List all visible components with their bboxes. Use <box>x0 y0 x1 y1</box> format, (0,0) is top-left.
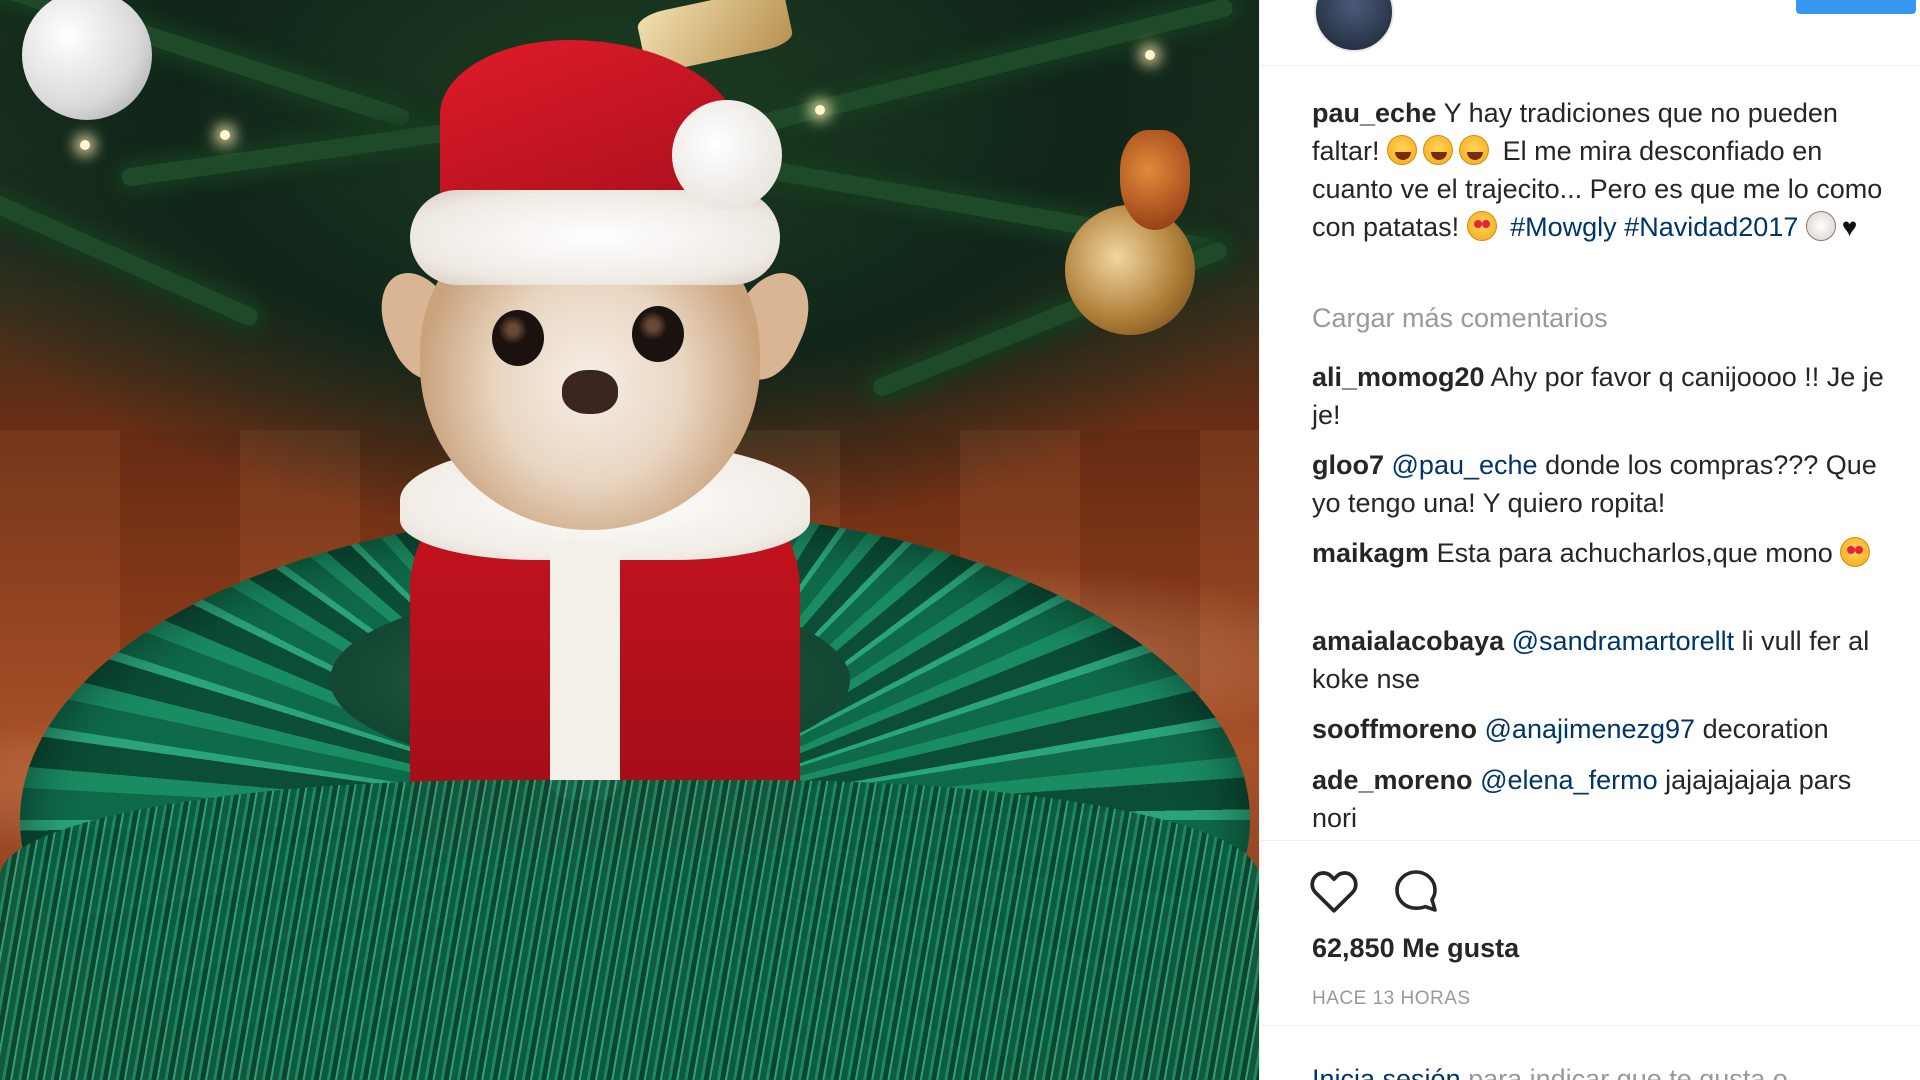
comment-username[interactable]: ade_moreno <box>1312 765 1473 795</box>
hashtag-link[interactable]: #Navidad2017 <box>1624 212 1798 242</box>
load-more-comments-link[interactable]: Cargar más comentarios <box>1312 303 1608 334</box>
comment-username[interactable]: sooffmoreno <box>1312 714 1477 744</box>
black-heart-icon: ♥ <box>1841 212 1858 242</box>
login-prompt-text: para indicar que te gusta o <box>1468 1064 1788 1080</box>
tree-light <box>80 140 90 150</box>
laughing-emoji-icon <box>1387 135 1418 165</box>
login-link[interactable]: Inicia sesión <box>1312 1064 1461 1080</box>
dog-nose <box>562 370 618 414</box>
post-actions <box>1260 840 1920 920</box>
mention-link[interactable]: @anajimenezg97 <box>1485 714 1696 744</box>
comment-item: ali_momog20 Ahy por favor q canijoooo !!… <box>1312 358 1897 434</box>
comment-username[interactable]: maikagm <box>1312 538 1429 568</box>
dog-eye-left <box>492 310 544 366</box>
likes-count[interactable]: 62,850 Me gusta <box>1312 933 1519 964</box>
follow-button[interactable] <box>1796 0 1916 14</box>
post-timestamp[interactable]: HACE 13 HORAS <box>1312 988 1471 1010</box>
comment-item: ade_moreno @elena_fermo jajajajajaja par… <box>1312 761 1897 837</box>
comment-item: sooffmoreno @anajimenezg97 decoration <box>1312 710 1897 748</box>
comment-username[interactable]: amaialacobaya <box>1312 626 1504 656</box>
comment-username[interactable]: ali_momog20 <box>1312 362 1485 392</box>
laughing-emoji-icon <box>1459 135 1490 165</box>
post-caption: pau_eche Y hay tradiciones que no pueden… <box>1312 94 1897 246</box>
comment-bubble-icon <box>1395 870 1437 912</box>
post-photo[interactable] <box>0 0 1259 1080</box>
caption-username[interactable]: pau_eche <box>1312 98 1437 128</box>
chihuahua-dog <box>366 40 824 850</box>
comment-item: amaialacobaya @sandramartorellt li vull … <box>1312 622 1897 698</box>
avatar[interactable] <box>1314 0 1394 52</box>
white-ornament <box>22 0 152 120</box>
gold-ornament <box>1065 205 1195 335</box>
suit-stripe <box>550 540 620 800</box>
mention-link[interactable]: @elena_fermo <box>1480 765 1658 795</box>
tree-light <box>220 130 230 140</box>
comment-button[interactable] <box>1390 865 1442 917</box>
heart-eyes-emoji-icon <box>1840 537 1871 567</box>
mention-link[interactable]: @sandramartorellt <box>1512 626 1735 656</box>
like-button[interactable] <box>1308 865 1360 917</box>
comment-item: maikagm Esta para achucharlos,que mono <box>1312 534 1897 572</box>
santa-hat-pompom <box>672 100 782 210</box>
comment-text: decoration <box>1702 714 1829 744</box>
hashtag-link[interactable]: #Mowgly <box>1510 212 1617 242</box>
bell-ornament <box>1120 130 1190 230</box>
post-side-panel: pau_eche Y hay tradiciones que no pueden… <box>1259 0 1920 1080</box>
comment-username[interactable]: gloo7 <box>1312 450 1384 480</box>
post-header <box>1260 0 1920 66</box>
laughing-emoji-icon <box>1423 135 1454 165</box>
heart-icon <box>1310 871 1358 913</box>
dog-eye-right <box>632 306 684 362</box>
comment-item: gloo7 @pau_eche donde los compras??? Que… <box>1312 446 1897 522</box>
dog-face-emoji-icon <box>1805 211 1836 241</box>
comment-text: Esta para achucharlos,que mono <box>1436 538 1833 568</box>
heart-eyes-emoji-icon <box>1466 211 1497 241</box>
mention-link[interactable]: @pau_eche <box>1392 450 1538 480</box>
tinsel-front <box>0 780 1259 1080</box>
tree-branch <box>0 189 261 329</box>
login-prompt: Inicia sesión para indicar que te gusta … <box>1260 1025 1920 1080</box>
tree-light <box>1145 50 1155 60</box>
login-text-row: Inicia sesión para indicar que te gusta … <box>1312 1064 1788 1080</box>
